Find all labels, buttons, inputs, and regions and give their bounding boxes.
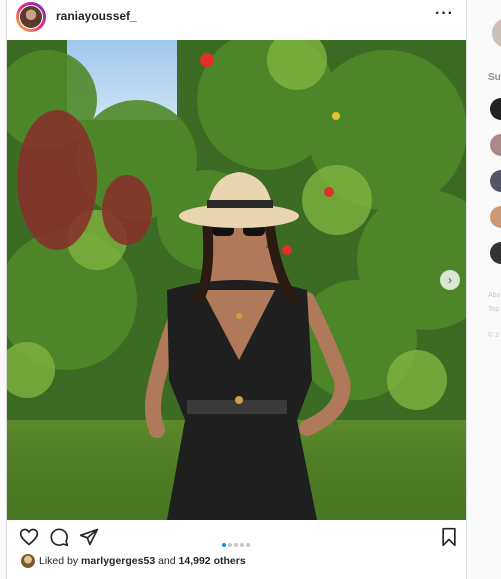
chevron-right-icon[interactable]: › xyxy=(440,270,460,290)
my-avatar[interactable] xyxy=(492,18,501,48)
footer-link[interactable]: Top xyxy=(488,306,499,313)
comment-icon[interactable] xyxy=(49,527,69,547)
carousel-dot xyxy=(234,543,238,547)
post-username[interactable]: raniayoussef_ xyxy=(56,9,137,23)
likes-middle: and xyxy=(155,554,179,567)
likes-prefix: Liked by xyxy=(39,554,82,567)
suggestion-avatar[interactable] xyxy=(490,170,501,192)
post-card: raniayoussef_ ··· › Liked by marlygerges… xyxy=(6,0,467,579)
suggestion-avatar[interactable] xyxy=(490,206,501,228)
carousel-dot xyxy=(228,543,232,547)
footer-copyright: © 2 xyxy=(488,332,499,339)
more-icon[interactable]: ··· xyxy=(435,5,454,23)
photo-illustration xyxy=(7,40,466,520)
share-icon[interactable] xyxy=(79,527,99,547)
avatar-image xyxy=(19,5,43,29)
carousel-dot xyxy=(246,543,250,547)
suggestion-avatar[interactable] xyxy=(490,98,501,120)
right-sidebar: Su Abo Top © 2 xyxy=(484,0,501,579)
post-actions xyxy=(7,520,466,554)
profile-avatar[interactable] xyxy=(16,2,46,32)
footer-link[interactable]: Abo xyxy=(488,292,500,299)
post-photo[interactable]: › xyxy=(7,40,466,520)
carousel-dot xyxy=(222,543,226,547)
liker-username[interactable]: marlygerges53 xyxy=(81,555,155,567)
bookmark-icon[interactable] xyxy=(439,527,459,547)
post-header: raniayoussef_ ··· xyxy=(7,0,466,40)
suggestion-avatar[interactable] xyxy=(490,134,501,156)
likes-others[interactable]: 14,992 others xyxy=(179,555,246,567)
suggestion-avatar[interactable] xyxy=(490,242,501,264)
heart-icon[interactable] xyxy=(19,527,39,547)
likes-summary: Liked by marlygerges53 and 14,992 others xyxy=(21,554,246,572)
carousel-dot xyxy=(240,543,244,547)
liker-avatar[interactable] xyxy=(21,554,35,568)
carousel-indicator xyxy=(221,534,251,547)
suggestions-label: Su xyxy=(488,72,501,83)
